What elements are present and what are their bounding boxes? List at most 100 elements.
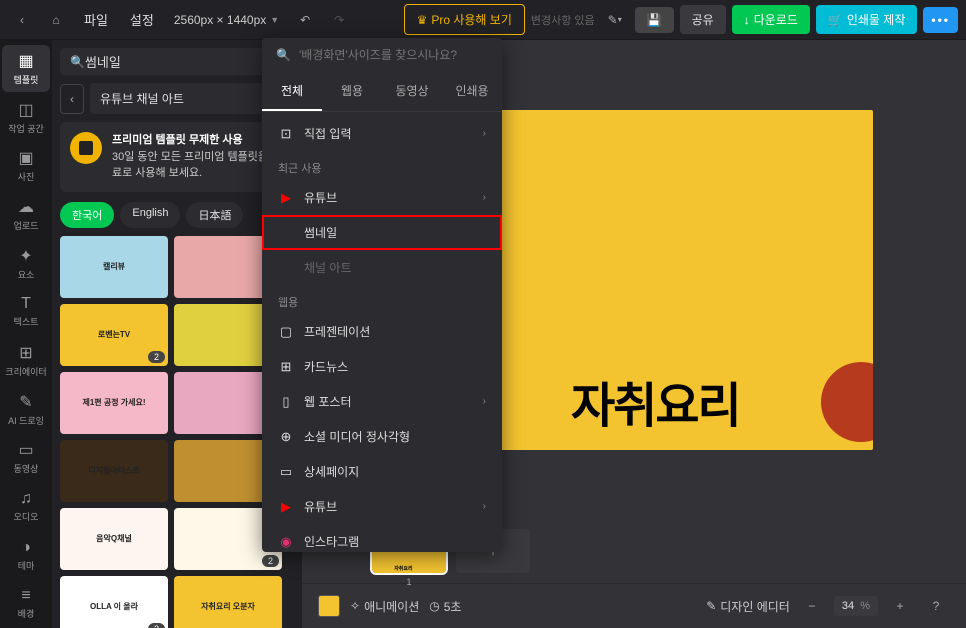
- rail-icon: ◑: [21, 539, 31, 557]
- dropdown-item[interactable]: ⊞카드뉴스: [262, 349, 502, 384]
- template-search-input[interactable]: [85, 54, 284, 69]
- save-status: 변경사항 있음: [531, 12, 595, 28]
- template-count-badge: 2: [262, 555, 279, 567]
- file-menu[interactable]: 파일: [76, 6, 116, 33]
- settings-menu[interactable]: 설정: [122, 6, 162, 33]
- lang-chip-English[interactable]: English: [120, 202, 180, 228]
- duration-button[interactable]: ◷ 5초: [429, 598, 461, 615]
- undo-icon[interactable]: ↶: [291, 6, 319, 34]
- dropdown-direct-input[interactable]: ⊡ 직접 입력 ›: [262, 116, 502, 151]
- dropdown-search-input[interactable]: [299, 48, 488, 62]
- save-icon: 💾: [647, 13, 662, 27]
- dropdown-item-icon: ⊞: [278, 359, 294, 375]
- pencil-icon: ✎: [706, 599, 716, 613]
- dropdown-list: ⊡ 직접 입력 › 최근 사용 ▶유튜브›썸네일채널 아트 웹용 ▢프레젠테이션…: [262, 112, 502, 552]
- template-thumb-0[interactable]: 캘리뷰: [60, 236, 168, 298]
- ruler-icon: ⊡: [278, 126, 294, 142]
- more-button[interactable]: •••: [923, 7, 958, 33]
- dropdown-item[interactable]: ◉인스타그램: [262, 524, 502, 552]
- template-grid: 캘리뷰로벤는TV2제1편 공정 가세요!2디지털아티스트2음악Q채널2OLLA …: [60, 236, 294, 628]
- rail-icon: ▣: [18, 148, 33, 168]
- top-bar: ‹ ⌂ 파일 설정 2560px × 1440px ▼ ↶ ↷ ♛ Pro 사용…: [0, 0, 966, 40]
- chevron-right-icon: ›: [483, 192, 486, 203]
- zoom-value[interactable]: 34 %: [834, 596, 878, 616]
- template-thumb-11[interactable]: 자취요리 오분자: [174, 576, 282, 628]
- editor-toggle[interactable]: ✎ 디자인 에디터: [706, 598, 790, 615]
- dropdown-item[interactable]: ▯웹 포스터›: [262, 384, 502, 419]
- share-button[interactable]: 공유: [680, 5, 726, 34]
- template-thumb-6[interactable]: 디지털아티스트: [60, 440, 168, 502]
- dropdown-item[interactable]: ⊕소셜 미디어 정사각형: [262, 419, 502, 454]
- rail-icon: ≡: [21, 587, 30, 605]
- rail-item-1[interactable]: ◫작업 공간: [2, 94, 50, 141]
- rail-icon: ◫: [18, 100, 33, 120]
- rail-item-8[interactable]: ▭동영상: [2, 434, 50, 481]
- canvas-size-selector[interactable]: 2560px × 1440px ▼: [168, 9, 285, 31]
- template-count-badge: 2: [148, 623, 165, 628]
- rail-icon: ☁: [18, 197, 34, 217]
- redo-icon[interactable]: ↷: [325, 6, 353, 34]
- rail-icon: ✦: [19, 246, 32, 266]
- template-search[interactable]: 🔍: [60, 48, 294, 75]
- template-thumb-10[interactable]: OLLA 이 올라2: [60, 576, 168, 628]
- dropdown-item-icon: ▭: [278, 464, 294, 480]
- lang-chip-한국어[interactable]: 한국어: [60, 202, 114, 228]
- rail-item-10[interactable]: ◑테마: [2, 532, 50, 579]
- canvas-artwork-badge: [821, 362, 873, 442]
- clock-icon: ◷: [429, 599, 439, 613]
- dropdown-tab-2[interactable]: 동영상: [382, 72, 442, 111]
- dropdown-tab-1[interactable]: 웹용: [322, 72, 382, 111]
- pro-button[interactable]: ♛ Pro 사용해 보기: [404, 4, 525, 35]
- premium-text: 프리미엄 템플릿 무제한 사용 30일 동안 모든 프리미엄 템플릿을 무료로 …: [112, 132, 284, 182]
- dropdown-item-icon: ▯: [278, 394, 294, 410]
- dropdown-search[interactable]: 🔍: [262, 38, 502, 72]
- zoom-in-button[interactable]: +: [886, 592, 914, 620]
- back-icon[interactable]: ‹: [8, 6, 36, 34]
- rail-item-6[interactable]: ⊞크리에이터: [2, 337, 50, 384]
- color-swatch[interactable]: [318, 595, 340, 617]
- edit-mode-icon[interactable]: ✎▾: [601, 6, 629, 34]
- help-icon[interactable]: ?: [922, 592, 950, 620]
- rail-icon: ✎: [19, 392, 32, 412]
- rail-item-11[interactable]: ≡배경: [2, 580, 50, 627]
- main-area: ▦템플릿◫작업 공간▣사진☁업로드✦요소T텍스트⊞크리에이터✎AI 드로잉▭동영…: [0, 40, 966, 628]
- lang-chip-日本語[interactable]: 日本語: [186, 202, 243, 228]
- zoom-out-button[interactable]: −: [798, 592, 826, 620]
- rail-item-0[interactable]: ▦템플릿: [2, 45, 50, 92]
- category-back-button[interactable]: ‹: [60, 84, 84, 114]
- rail-item-9[interactable]: ♫오디오: [2, 483, 50, 530]
- bottom-toolbar: ✧ 애니메이션 ◷ 5초 ✎ 디자인 에디터 − 34 % + ?: [302, 583, 966, 628]
- dropdown-item[interactable]: ▶유튜브›: [262, 489, 502, 524]
- dropdown-item-icon: ▶: [278, 190, 294, 206]
- template-thumb-4[interactable]: 제1편 공정 가세요!: [60, 372, 168, 434]
- size-dropdown: 🔍 전체웹용동영상인쇄용 ⊡ 직접 입력 › 최근 사용 ▶유튜브›썸네일채널 …: [262, 38, 502, 552]
- dropdown-item[interactable]: ▢프레젠테이션: [262, 314, 502, 349]
- animation-button[interactable]: ✧ 애니메이션: [350, 598, 419, 615]
- dropdown-item-icon: ⊕: [278, 429, 294, 445]
- rail-item-5[interactable]: T텍스트: [2, 288, 50, 335]
- template-thumb-2[interactable]: 로벤는TV2: [60, 304, 168, 366]
- download-button[interactable]: ↓ 다운로드: [732, 5, 810, 34]
- rail-item-4[interactable]: ✦요소: [2, 240, 50, 287]
- dropdown-item[interactable]: 채널 아트: [262, 250, 502, 285]
- dropdown-item[interactable]: 썸네일: [262, 215, 502, 250]
- template-thumb-8[interactable]: 음악Q채널: [60, 508, 168, 570]
- dropdown-tab-0[interactable]: 전체: [262, 72, 322, 111]
- dropdown-section-recent: 최근 사용: [262, 151, 502, 180]
- save-button[interactable]: 💾: [635, 7, 674, 33]
- home-icon[interactable]: ⌂: [42, 6, 70, 34]
- dropdown-item[interactable]: ▶유튜브›: [262, 180, 502, 215]
- print-button[interactable]: 🛒 인쇄물 제작: [816, 5, 918, 34]
- rail-item-7[interactable]: ✎AI 드로잉: [2, 386, 50, 433]
- rail-item-2[interactable]: ▣사진: [2, 142, 50, 189]
- template-count-badge: 2: [148, 351, 165, 363]
- dropdown-item[interactable]: ▭상세페이지: [262, 454, 502, 489]
- chevron-right-icon: ›: [483, 128, 486, 139]
- canvas-headline: 자취요리: [571, 366, 740, 436]
- rail-icon: ⊞: [19, 343, 32, 363]
- category-label: 유튜브 채널 아트: [100, 90, 184, 107]
- rail-icon: T: [21, 295, 31, 313]
- rail-item-3[interactable]: ☁업로드: [2, 191, 50, 238]
- dropdown-tab-3[interactable]: 인쇄용: [442, 72, 502, 111]
- premium-banner[interactable]: 프리미엄 템플릿 무제한 사용 30일 동안 모든 프리미엄 템플릿을 무료로 …: [60, 122, 294, 192]
